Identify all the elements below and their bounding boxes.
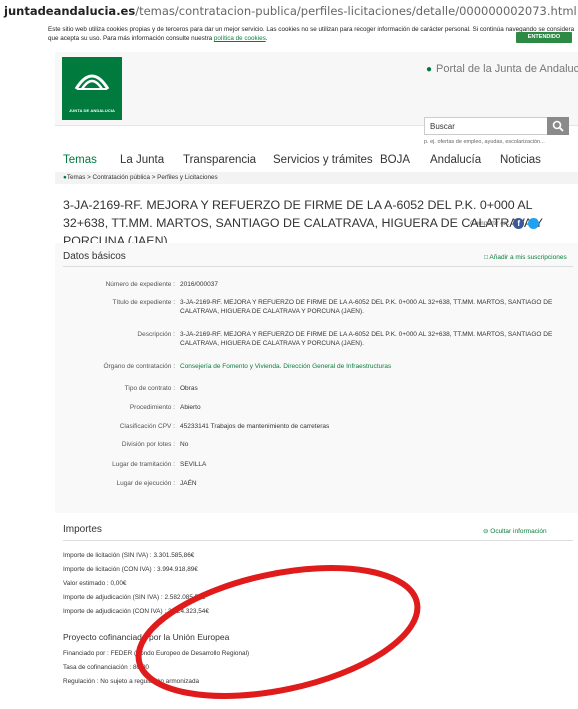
cookie-accept-button[interactable]: ENTENDIDO xyxy=(516,32,572,43)
url-domain: juntadeandalucia.es xyxy=(4,4,136,18)
breadcrumb-item-contratacion[interactable]: Contratación pública xyxy=(93,174,150,181)
field-label: División por lotes : xyxy=(121,441,175,448)
share-bar: Compartir en: f xyxy=(470,218,539,229)
field-value: JAÉN xyxy=(180,480,197,487)
breadcrumb-item-temas[interactable]: Temas xyxy=(67,174,86,181)
cookie-banner: Este sitio web utiliza cookies propias y… xyxy=(48,26,575,42)
eu-line: Regulación : No sujeto a regulación armo… xyxy=(63,678,200,685)
breadcrumb-item-perfiles[interactable]: Perfiles y Licitaciones xyxy=(157,174,218,181)
subscribe-link-label: Añadir a mis suscripciones xyxy=(489,254,567,261)
url-path: /temas/contratacion-publica/perfiles-lic… xyxy=(135,4,577,18)
importe-line: Valor estimado : 0,00€ xyxy=(63,580,127,587)
field-label: Lugar de ejecución : xyxy=(116,480,175,487)
hide-info-link[interactable]: ⊖ Ocultar información xyxy=(483,527,547,535)
eu-line: Financiado por : FEDER (Fondo Europeo de… xyxy=(63,650,250,657)
field-value: Abierto xyxy=(180,404,201,411)
field-label: Título de expediente : xyxy=(112,299,175,306)
field-value: SEVILLA xyxy=(180,461,207,468)
location-pin-icon: ● xyxy=(426,64,433,75)
share-label: Compartir en: xyxy=(470,220,510,228)
twitter-icon[interactable] xyxy=(528,218,539,229)
field-value: No xyxy=(180,441,189,448)
importes-divider xyxy=(63,540,573,541)
main-nav: Temas La Junta Transparencia Servicios y… xyxy=(55,150,578,174)
nav-item-noticias[interactable]: Noticias xyxy=(500,154,541,166)
cookie-policy-link[interactable]: política de cookies xyxy=(214,35,266,42)
facebook-icon[interactable]: f xyxy=(513,218,525,229)
eu-line: Tasa de cofinanciación : 80,00 xyxy=(63,664,149,671)
importe-line: Importe de adjudicación (SIN IVA) : 2.58… xyxy=(63,594,206,601)
nav-item-transparencia[interactable]: Transparencia xyxy=(183,154,256,166)
junta-logo[interactable]: JUNTA DE ANDALUCIA xyxy=(62,57,122,120)
importes-heading: Importes xyxy=(63,524,102,535)
breadcrumb: ●Temas > Contratación pública > Perfiles… xyxy=(55,172,578,184)
subscribe-icon: □ xyxy=(484,254,488,261)
field-value: 45233141 Trabajos de mantenimiento de ca… xyxy=(180,423,330,430)
nav-item-boja[interactable]: BOJA xyxy=(380,154,410,166)
portal-link-label: Portal de la Junta de Andalucía xyxy=(436,63,578,75)
field-label: Descripción : xyxy=(137,331,175,338)
field-label: Procedimiento : xyxy=(129,404,175,411)
eu-cofinance-heading: Proyecto cofinanciado por la Unión Europ… xyxy=(63,632,230,642)
field-value: 2016/000037 xyxy=(180,281,218,288)
search-hint: p. ej. ofertas de empleo, ayudas, escola… xyxy=(424,139,545,145)
logo-arch-icon xyxy=(74,74,110,90)
minus-circle-icon: ⊖ xyxy=(483,528,489,535)
field-label: Lugar de tramitación : xyxy=(112,461,175,468)
nav-item-andalucia[interactable]: Andalucía xyxy=(430,154,481,166)
field-label: Tipo de contrato : xyxy=(124,385,175,392)
cookie-text: Este sitio web utiliza cookies propias y… xyxy=(48,26,575,42)
datos-basicos-heading: Datos básicos xyxy=(63,251,126,262)
importe-line: Importe de licitación (CON IVA) : 3.994.… xyxy=(63,566,198,573)
nav-item-servicios[interactable]: Servicios y trámites xyxy=(273,154,373,166)
search-button[interactable] xyxy=(547,117,569,135)
field-label: Órgano de contratación : xyxy=(103,363,175,370)
field-label: Número de expediente : xyxy=(105,281,175,288)
importe-line: Importe de adjudicación (CON IVA) : 3.12… xyxy=(63,608,209,615)
field-value: 3-JA-2169-RF. MEJORA Y REFUERZO DE FIRME… xyxy=(180,331,553,347)
url-bar[interactable]: juntadeandalucia.es/temas/contratacion-p… xyxy=(0,0,578,22)
nav-item-temas[interactable]: Temas xyxy=(63,154,97,166)
logo-text: JUNTA DE ANDALUCIA xyxy=(68,108,116,113)
importe-line: Importe de licitación (SIN IVA) : 3.301.… xyxy=(63,552,195,559)
hide-info-label: Ocultar información xyxy=(490,528,547,535)
nav-item-la-junta[interactable]: La Junta xyxy=(120,154,164,166)
subscribe-link[interactable]: □ Añadir a mis suscripciones xyxy=(484,254,567,261)
field-value: Obras xyxy=(180,385,198,392)
field-label: Clasificación CPV : xyxy=(119,423,175,430)
search-icon xyxy=(552,120,564,132)
field-value: 3-JA-2169-RF. MEJORA Y REFUERZO DE FIRME… xyxy=(180,299,553,315)
search-input[interactable]: Buscar xyxy=(424,117,561,135)
portal-link[interactable]: ● Portal de la Junta de Andalucía xyxy=(426,63,578,75)
organo-link[interactable]: Consejería de Fomento y Vivienda. Direcc… xyxy=(180,362,573,371)
datos-divider xyxy=(63,266,573,267)
